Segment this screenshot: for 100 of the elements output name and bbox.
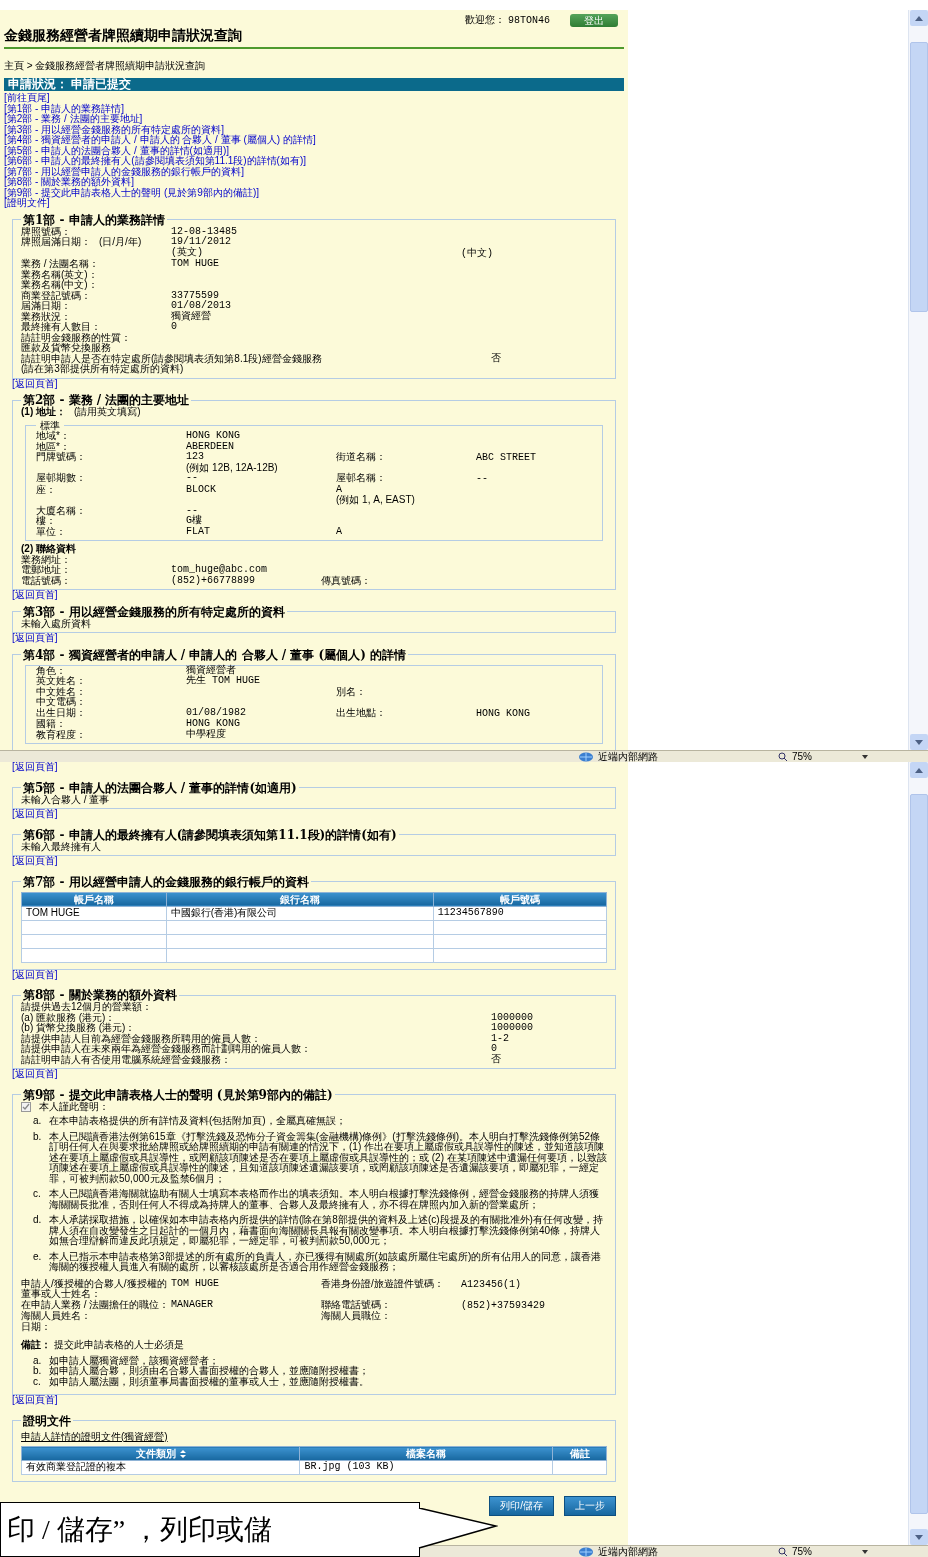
field-label: 日期： [21, 1320, 51, 1332]
section-link[interactable]: [證明文件] [4, 198, 624, 209]
zoom-level[interactable]: 75% [792, 1546, 862, 1557]
field-label: 出生地點： [336, 707, 387, 718]
field-label: 大廈名稱： [36, 504, 86, 516]
column-header[interactable]: 文件類別 [21, 1446, 300, 1461]
back-to-top-link[interactable]: [返回頁首] [12, 809, 624, 820]
back-to-top-link[interactable]: [返回頁首] [12, 378, 624, 389]
back-to-top-link[interactable]: [返回頁首] [12, 590, 624, 601]
back-to-top-link[interactable]: [返回頁首] [12, 856, 624, 867]
back-to-top-link[interactable]: [返回頁首] [12, 633, 624, 644]
section-link[interactable]: [第8部 - 關於業務的額外資料] [4, 177, 624, 188]
field-value: -- [186, 473, 198, 484]
field-value: -- [476, 473, 488, 484]
answer-text: 0 [491, 1044, 497, 1054]
page-title: 金錢服務經營者牌照續期申請狀況查詢 [4, 27, 243, 43]
hint-text: (例如 1, A, EAST) [336, 495, 416, 506]
remark-item: 如申請人屬獨資經營，該獨資經營者； [49, 1355, 219, 1366]
logout-button[interactable]: 登出 [570, 14, 618, 27]
answer-text: 1000000 [491, 1023, 533, 1034]
field-label: 業務 / 法團名稱： [21, 258, 100, 269]
section-title: 第7部 - 用以經營申請人的金錢服務的銀行帳戶的資料 [22, 874, 310, 889]
field-value: (852)+37593429 [461, 1299, 545, 1311]
field-label: 樓： [36, 515, 56, 526]
field-value: BLOCK [186, 484, 217, 495]
field-value: tom_huge@abc.com [171, 565, 268, 576]
zoom-icon[interactable] [778, 751, 788, 762]
field-value: TOM HUGE [171, 1278, 220, 1289]
section-link[interactable]: [第6部 - 申請人的最終擁有人(請參閱填表須知第11.1段)的詳情(如有)] [4, 156, 624, 167]
group-title: 標準 [40, 420, 61, 431]
zoom-level[interactable]: 75% [792, 751, 862, 762]
note-text: (請在第3部提供所有特定處所的資料) [21, 364, 184, 375]
clause-marker: b. [33, 1131, 43, 1144]
subheading: (1) 地址： [21, 407, 66, 418]
section-link[interactable]: [前往頁尾] [4, 93, 624, 104]
scrollbar[interactable] [908, 10, 928, 750]
field-label: 地域*： [36, 430, 70, 441]
clause-text: 本人已閱讀香港海關就協助有關人士填寫本表格而作出的填表須知。本人明白根據打擊洗錢條例，經營金錢服務的持牌人須獲海關關長批准，否則任何人不得成為持牌人的董事、合夥人及最終擁有人，亦不得在牌照內加入新的營業處所； [49, 1189, 600, 1210]
body-text: 請註明金錢服務的性質： [21, 331, 131, 343]
remark-item: 如申請人屬法團，則須董事局書面授權的董事或人士，並應隨附授權書。 [49, 1376, 369, 1387]
document-link[interactable]: 申請人詳情的證明文件(獨資經營) [21, 1430, 168, 1442]
field-label: 屋邨名稱： [336, 473, 387, 484]
field-value: ABC STREET [476, 452, 536, 463]
table-cell: 中國銀行(香港)有限公司 [170, 906, 278, 918]
answer-text: 否 [491, 353, 501, 366]
question-text: 請註明申請人是否在特定處所(請參閱填表須知第8.1段)經營金錢服務 [21, 353, 323, 364]
field-label: 香港身份證/旅遊證件號碼： [321, 1278, 445, 1289]
clause-marker: e. [33, 1251, 43, 1264]
scroll-down-icon[interactable] [909, 1529, 928, 1545]
section-link[interactable]: [第9部 - 提交此申請表格人士的聲明 (見於第9部內的備註)] [4, 187, 624, 198]
scroll-thumb[interactable] [909, 42, 928, 312]
clause-marker: c. [33, 1189, 42, 1201]
field-value: HONG KONG [186, 719, 241, 729]
declaration-checkbox[interactable] [21, 1101, 31, 1112]
field-label: 單位： [36, 525, 66, 537]
form-button[interactable]: 上一步 [564, 1496, 616, 1516]
field-value: A [336, 526, 343, 537]
field-label: 屋邨期數： [36, 472, 86, 483]
back-to-top-link[interactable]: [返回頁首] [12, 762, 624, 773]
section-title: 第6部 - 申請人的最終擁有人(請參閱填表須知第11.1段)的詳情(如有) [23, 827, 398, 842]
field-label: 街道名稱： [336, 452, 387, 463]
clause-text: 本人已指示本申請表格第3部提述的所有處所的負責人，亦已獲得有關處所(如該處所屬住宅處所)的所有佔用人的同意，讓香港海關的獲授權人員進入有關的處所，以審核該處所是否適合用作經營金錢服務； [49, 1251, 603, 1273]
section-link[interactable]: [第7部 - 用以經營申請人的金錢服務的銀行帳戶的資料] [4, 166, 624, 177]
form-button[interactable]: 列印/儲存 [489, 1496, 554, 1516]
caret-icon[interactable] [862, 1549, 868, 1554]
globe-icon [578, 1546, 594, 1557]
column-header: 帳戶名稱 [21, 892, 167, 906]
field-value: 19/11/2012 [171, 237, 232, 247]
remark-marker: a. [33, 1355, 43, 1366]
zone-text: 近端內部網路 [598, 751, 659, 762]
section-title: 第1部 - 申請人的業務詳情 [23, 212, 166, 227]
back-to-top-link[interactable]: [返回頁首] [12, 1069, 624, 1080]
field-value: MANAGER [171, 1299, 214, 1310]
scroll-down-icon[interactable] [909, 734, 928, 750]
section-link[interactable]: [第4部 - 獨資經營者的申請人 / 申請人的 合夥人 / 董事 (屬個人) 的詳情] [4, 135, 624, 146]
field-value: 0 [171, 322, 178, 333]
field-label: 屆滿日期： [21, 300, 71, 311]
scroll-up-icon[interactable] [909, 10, 928, 26]
back-to-top-link[interactable]: [返回頁首] [12, 1395, 624, 1406]
back-to-top-link[interactable]: [返回頁首] [12, 969, 624, 980]
column-header: 銀行名稱 [166, 892, 434, 906]
column-header: 備註 [552, 1446, 607, 1461]
field-value: 12-08-13485 [171, 226, 238, 237]
answer-text: 1-2 [491, 1033, 509, 1044]
status-banner: 申請狀況： 申請已提交 [4, 78, 624, 91]
field-value: 01/08/2013 [171, 301, 232, 311]
field-value: 先生 TOM HUGE [186, 676, 261, 687]
section-link[interactable]: [第1部 - 申請人的業務詳情] [4, 103, 624, 114]
section-link[interactable]: [第3部 - 用以經營金錢服務的所有特定處所的資料] [4, 124, 624, 135]
section-title: 第8部 - 關於業務的額外資料 [23, 988, 178, 1002]
section-link[interactable]: [第2部 - 業務 / 法團的主要地址] [4, 114, 624, 125]
sort-icon [179, 1449, 186, 1458]
caret-icon[interactable] [862, 754, 868, 759]
zoom-icon[interactable] [778, 1546, 788, 1557]
section-link[interactable]: [第5部 - 申請人的法團合夥人 / 董事的詳情(如適用)] [4, 145, 624, 156]
answer-text: 否 [491, 1054, 501, 1065]
field-value: (852)+66778899 [171, 575, 255, 586]
answer-text: 1000000 [491, 1012, 533, 1023]
question-text: 請提供申請人在未來兩年為經營金錢服務而計劃聘用的僱員人數： [21, 1044, 312, 1055]
scroll-up-icon[interactable] [909, 762, 928, 778]
